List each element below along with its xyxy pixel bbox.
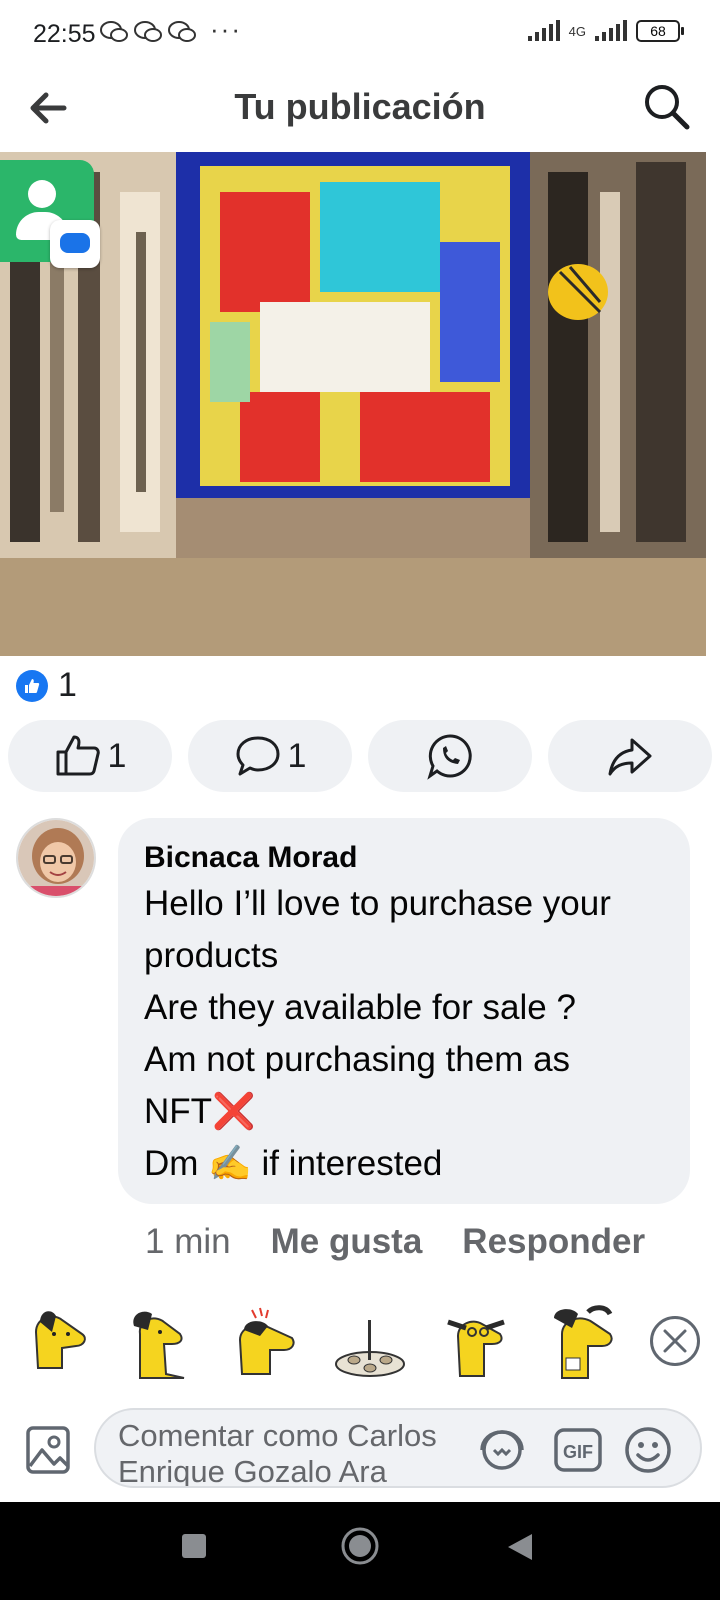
wechat-notification-icon [100, 21, 128, 42]
status-bar: 22:55 ··· 4G 68 [0, 0, 720, 66]
more-notifications-icon: ··· [210, 14, 242, 44]
share-button[interactable] [548, 720, 712, 792]
whatsapp-share-button[interactable] [368, 720, 532, 792]
wechat-notification-icon [168, 21, 196, 42]
reaction-count: 1 [58, 666, 77, 704]
app-header: Tu publicación [0, 66, 720, 152]
photo-icon[interactable] [24, 1422, 72, 1478]
system-nav-bar [0, 1502, 720, 1600]
battery-icon: 68 [636, 20, 684, 42]
dog-sticker-icon[interactable] [230, 1304, 302, 1384]
comment-time: 1 min [145, 1222, 231, 1261]
comment-like-link[interactable]: Me gusta [271, 1222, 423, 1262]
avatar-sticker-icon[interactable] [476, 1424, 528, 1476]
reaction-summary[interactable]: 1 [16, 666, 77, 705]
wechat-notification-icon [134, 21, 162, 42]
comment-reply-link[interactable]: Responder [462, 1222, 645, 1262]
close-stickers-button[interactable] [650, 1316, 700, 1366]
like-reaction-icon [16, 669, 48, 702]
campfire-sticker-icon[interactable] [334, 1304, 406, 1384]
page-title: Tu publicación [234, 86, 486, 127]
comment-button[interactable]: 1 [188, 720, 352, 792]
signal-icon [527, 20, 560, 41]
like-count: 1 [107, 736, 127, 775]
message-bubble-icon [50, 220, 100, 268]
post-actions: 1 1 [8, 720, 712, 792]
sticker-tray [0, 1296, 720, 1392]
status-right: 4G 68 [527, 20, 684, 42]
network-type: 4G [568, 23, 586, 39]
avatar[interactable] [16, 818, 96, 898]
dog-sticker-icon[interactable] [548, 1304, 620, 1384]
comment-composer: Comentar como Carlos Enrique Gozalo Ara … [0, 1400, 720, 1502]
gif-icon[interactable]: GIF [552, 1424, 604, 1476]
dog-sticker-icon[interactable] [440, 1304, 512, 1384]
share-arrow-icon [608, 738, 652, 776]
comment-input[interactable]: Comentar como Carlos Enrique Gozalo Ara … [94, 1408, 702, 1488]
status-time: 22:55 [33, 20, 96, 48]
comment-placeholder: Comentar como Carlos Enrique Gozalo Ara [118, 1418, 437, 1488]
avatar-photo [18, 820, 94, 896]
comment-author[interactable]: Bicnaca Morad [144, 838, 666, 878]
close-icon [663, 1329, 687, 1353]
artwork-image [0, 152, 706, 656]
svg-text:GIF: GIF [563, 1442, 593, 1462]
post-image[interactable] [0, 152, 706, 656]
signal-4g-icon [595, 20, 627, 41]
dog-sticker-icon[interactable] [22, 1304, 94, 1384]
contact-chat-chip[interactable] [0, 160, 100, 268]
search-icon[interactable] [640, 80, 692, 132]
like-button[interactable]: 1 [8, 720, 172, 792]
contact-person-icon [28, 180, 56, 208]
thumbs-up-icon [25, 678, 40, 693]
comment-count: 1 [287, 736, 307, 775]
comment-meta: 1 min Me gusta Responder [145, 1222, 645, 1262]
emoji-icon[interactable] [622, 1424, 674, 1476]
recents-square-icon[interactable] [180, 1532, 208, 1560]
notification-icons [100, 20, 196, 44]
comment-text: Hello I’ll love to purchase your product… [144, 884, 611, 1183]
dog-sticker-icon[interactable] [120, 1304, 192, 1384]
back-triangle-icon[interactable] [506, 1532, 534, 1562]
comment-bubble[interactable]: Bicnaca Morad Hello I’ll love to purchas… [118, 818, 690, 1204]
home-circle-icon[interactable] [340, 1526, 380, 1566]
whatsapp-icon [427, 734, 472, 780]
thumbs-up-outline-icon [56, 735, 100, 776]
comment-bubble-icon [236, 736, 280, 776]
